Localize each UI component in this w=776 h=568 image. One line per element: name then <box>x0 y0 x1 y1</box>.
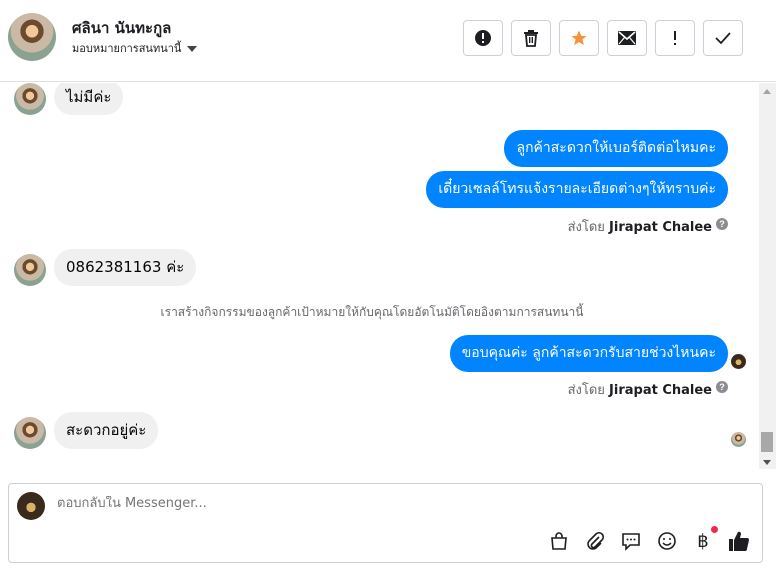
caret-down-icon <box>187 46 198 52</box>
thumbs-up-icon <box>729 531 749 551</box>
sent-by-label: ส่งโดย Jirapat Chalee <box>567 220 712 235</box>
incoming-message[interactable]: 0862381163 ค่ะ <box>54 249 197 286</box>
contact-avatar-small <box>14 83 46 115</box>
scroll-down-arrow-icon[interactable] <box>763 460 771 465</box>
incoming-message[interactable]: สะดวกอยู่ค่ะ <box>54 412 159 449</box>
scrollbar-thumb[interactable] <box>761 432 773 452</box>
conversation-header: ศลินา นันทะกูล มอบหมายการสนทนานี้ <box>0 0 776 82</box>
check-icon <box>715 32 731 45</box>
sender-name: Jirapat Chalee <box>609 383 712 398</box>
shop-button[interactable] <box>548 530 570 552</box>
mark-done-button[interactable] <box>703 20 743 56</box>
outgoing-message[interactable]: ลูกค้าสะดวกให้เบอร์ติดต่อไหมคะ <box>504 130 728 167</box>
assign-conversation-dropdown[interactable]: มอบหมายการสนทนานี้ <box>72 39 198 57</box>
baht-payment-icon: ฿ <box>697 530 709 552</box>
exclamation-icon <box>674 31 676 45</box>
spam-button[interactable] <box>463 20 503 56</box>
emoji-icon <box>658 532 676 550</box>
like-button[interactable] <box>728 530 750 552</box>
reply-input[interactable] <box>57 496 697 511</box>
agent-seen-avatar <box>731 354 746 369</box>
sent-by-label: ส่งโดย Jirapat Chalee <box>567 383 712 398</box>
saved-reply-icon <box>622 533 640 551</box>
notification-dot <box>711 526 718 533</box>
follow-up-button[interactable] <box>655 20 695 56</box>
star-button[interactable] <box>559 20 599 56</box>
incoming-message[interactable]: ไม่มีค่ะ <box>54 83 124 115</box>
star-icon <box>571 30 587 46</box>
page-avatar <box>17 492 45 520</box>
sender-name: Jirapat Chalee <box>609 220 712 235</box>
outgoing-message[interactable]: ขอบคุณค่ะ ลูกค้าสะดวกรับสายช่วงไหนคะ <box>449 335 728 372</box>
scroll-up-arrow-icon[interactable] <box>763 89 771 94</box>
contact-avatar-small <box>14 254 46 286</box>
help-icon[interactable]: ? <box>716 381 728 393</box>
contact-avatar-small <box>14 417 46 449</box>
assign-label: มอบหมายการสนทนานี้ <box>72 42 182 55</box>
thread-scrollbar[interactable] <box>759 83 776 469</box>
envelope-icon <box>618 31 636 45</box>
help-icon[interactable]: ? <box>716 218 728 230</box>
message-thread: ไม่มีค่ะ ลูกค้าสะดวกให้เบอร์ติดต่อไหมคะ … <box>0 83 759 469</box>
delete-button[interactable] <box>511 20 551 56</box>
bag-icon <box>551 532 567 550</box>
trash-icon <box>524 30 538 47</box>
header-actions <box>463 20 743 56</box>
alert-circle-icon <box>475 30 491 46</box>
composer-tools: ฿ <box>548 526 750 552</box>
reply-composer: ฿ <box>8 483 763 563</box>
paperclip-icon <box>587 531 605 550</box>
system-note: เราสร้างกิจกรรมของลูกค้าเป้าหมายให้กับคุ… <box>160 305 584 319</box>
contact-seen-avatar <box>731 432 746 447</box>
contact-avatar[interactable] <box>8 13 56 61</box>
payment-button[interactable]: ฿ <box>692 526 718 552</box>
outgoing-message[interactable]: เดี๋ยวเซลล์โทรแจ้งรายละเอียดต่างๆให้ทราบ… <box>426 171 728 208</box>
attach-button[interactable] <box>584 530 606 552</box>
mark-unread-button[interactable] <box>607 20 647 56</box>
saved-replies-button[interactable] <box>620 530 642 552</box>
emoji-button[interactable] <box>656 530 678 552</box>
contact-name[interactable]: ศลินา นันทะกูล <box>72 16 171 40</box>
